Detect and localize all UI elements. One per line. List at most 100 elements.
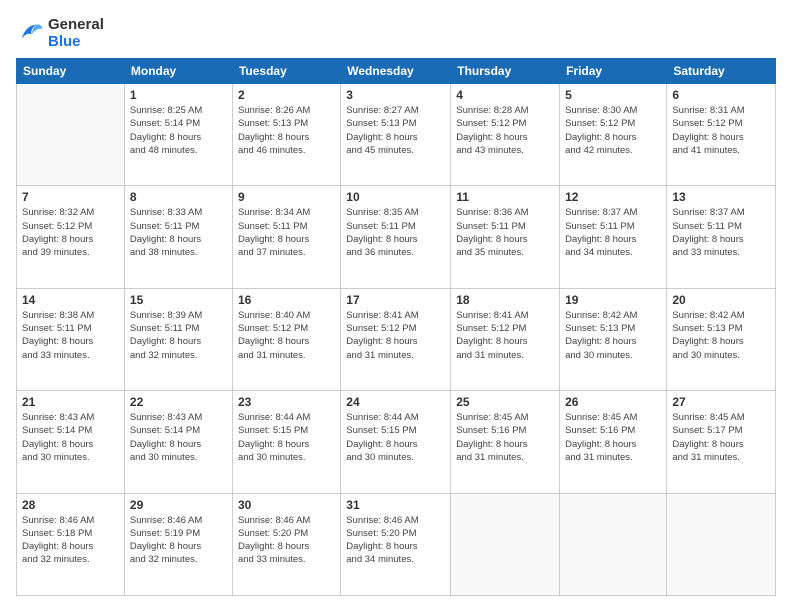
day-number: 1 [130, 88, 227, 102]
day-number: 28 [22, 498, 119, 512]
day-number: 6 [672, 88, 770, 102]
day-number: 30 [238, 498, 335, 512]
day-number: 24 [346, 395, 445, 409]
day-number: 17 [346, 293, 445, 307]
calendar-cell: 14 Sunrise: 8:38 AM Sunset: 5:11 PM Dayli… [17, 288, 125, 390]
day-info: Sunrise: 8:46 AM Sunset: 5:20 PM Dayligh… [346, 514, 445, 567]
day-info: Sunrise: 8:26 AM Sunset: 5:13 PM Dayligh… [238, 104, 335, 157]
day-info: Sunrise: 8:32 AM Sunset: 5:12 PM Dayligh… [22, 206, 119, 259]
calendar-cell: 24 Sunrise: 8:44 AM Sunset: 5:15 PM Dayli… [341, 391, 451, 493]
calendar-cell: 10 Sunrise: 8:35 AM Sunset: 5:11 PM Dayli… [341, 186, 451, 288]
calendar-cell: 20Sunrise: 8:42 AM Sunset: 5:13 PM Dayli… [667, 288, 776, 390]
calendar-cell: 1 Sunrise: 8:25 AM Sunset: 5:14 PM Daylig… [124, 84, 232, 186]
calendar-cell: 25Sunrise: 8:45 AM Sunset: 5:16 PM Dayli… [451, 391, 560, 493]
day-number: 29 [130, 498, 227, 512]
day-number: 5 [565, 88, 661, 102]
calendar-cell: 7Sunrise: 8:32 AM Sunset: 5:12 PM Daylig… [17, 186, 125, 288]
day-number: 18 [456, 293, 554, 307]
day-number: 11 [456, 190, 554, 204]
day-number: 2 [238, 88, 335, 102]
calendar-cell: 8 Sunrise: 8:33 AM Sunset: 5:11 PM Daylig… [124, 186, 232, 288]
day-number: 16 [238, 293, 335, 307]
calendar-week-row: 7Sunrise: 8:32 AM Sunset: 5:12 PM Daylig… [17, 186, 776, 288]
day-number: 25 [456, 395, 554, 409]
day-info: Sunrise: 8:37 AM Sunset: 5:11 PM Dayligh… [672, 206, 770, 259]
calendar-cell: 11 Sunrise: 8:36 AM Sunset: 5:11 PM Dayli… [451, 186, 560, 288]
day-number: 8 [130, 190, 227, 204]
day-number: 14 [22, 293, 119, 307]
day-info: Sunrise: 8:45 AM Sunset: 5:17 PM Dayligh… [672, 411, 770, 464]
page: General Blue SundayMondayTuesdayWednesda… [0, 0, 792, 612]
calendar-cell [560, 493, 667, 595]
day-info: Sunrise: 8:35 AM Sunset: 5:11 PM Dayligh… [346, 206, 445, 259]
calendar-cell: 3Sunrise: 8:27 AM Sunset: 5:13 PM Daylig… [341, 84, 451, 186]
day-info: Sunrise: 8:36 AM Sunset: 5:11 PM Dayligh… [456, 206, 554, 259]
logo-text: General Blue [48, 16, 104, 50]
day-info: Sunrise: 8:46 AM Sunset: 5:20 PM Dayligh… [238, 514, 335, 567]
day-info: Sunrise: 8:39 AM Sunset: 5:11 PM Dayligh… [130, 309, 227, 362]
day-info: Sunrise: 8:37 AM Sunset: 5:11 PM Dayligh… [565, 206, 661, 259]
calendar-cell: 30 Sunrise: 8:46 AM Sunset: 5:20 PM Dayli… [232, 493, 340, 595]
day-info: Sunrise: 8:30 AM Sunset: 5:12 PM Dayligh… [565, 104, 661, 157]
calendar-header-row: SundayMondayTuesdayWednesdayThursdayFrid… [17, 59, 776, 84]
day-info: Sunrise: 8:46 AM Sunset: 5:19 PM Dayligh… [130, 514, 227, 567]
day-number: 15 [130, 293, 227, 307]
day-info: Sunrise: 8:45 AM Sunset: 5:16 PM Dayligh… [565, 411, 661, 464]
weekday-header: Tuesday [232, 59, 340, 84]
day-info: Sunrise: 8:40 AM Sunset: 5:12 PM Dayligh… [238, 309, 335, 362]
day-info: Sunrise: 8:43 AM Sunset: 5:14 PM Dayligh… [130, 411, 227, 464]
day-info: Sunrise: 8:46 AM Sunset: 5:18 PM Dayligh… [22, 514, 119, 567]
calendar-cell: 27Sunrise: 8:45 AM Sunset: 5:17 PM Dayli… [667, 391, 776, 493]
day-info: Sunrise: 8:38 AM Sunset: 5:11 PM Dayligh… [22, 309, 119, 362]
calendar-cell: 4Sunrise: 8:28 AM Sunset: 5:12 PM Daylig… [451, 84, 560, 186]
day-number: 20 [672, 293, 770, 307]
day-number: 21 [22, 395, 119, 409]
day-info: Sunrise: 8:41 AM Sunset: 5:12 PM Dayligh… [456, 309, 554, 362]
weekday-header: Friday [560, 59, 667, 84]
calendar-cell: 28 Sunrise: 8:46 AM Sunset: 5:18 PM Dayli… [17, 493, 125, 595]
day-info: Sunrise: 8:27 AM Sunset: 5:13 PM Dayligh… [346, 104, 445, 157]
day-info: Sunrise: 8:42 AM Sunset: 5:13 PM Dayligh… [565, 309, 661, 362]
header: General Blue [16, 16, 776, 50]
day-number: 10 [346, 190, 445, 204]
day-info: Sunrise: 8:33 AM Sunset: 5:11 PM Dayligh… [130, 206, 227, 259]
calendar-cell: 19 Sunrise: 8:42 AM Sunset: 5:13 PM Dayli… [560, 288, 667, 390]
day-info: Sunrise: 8:44 AM Sunset: 5:15 PM Dayligh… [346, 411, 445, 464]
day-info: Sunrise: 8:34 AM Sunset: 5:11 PM Dayligh… [238, 206, 335, 259]
logo: General Blue [16, 16, 104, 50]
calendar-cell: 15 Sunrise: 8:39 AM Sunset: 5:11 PM Dayli… [124, 288, 232, 390]
weekday-header: Sunday [17, 59, 125, 84]
calendar-cell: 21 Sunrise: 8:43 AM Sunset: 5:14 PM Dayli… [17, 391, 125, 493]
day-number: 13 [672, 190, 770, 204]
day-number: 9 [238, 190, 335, 204]
calendar-cell [451, 493, 560, 595]
day-number: 31 [346, 498, 445, 512]
weekday-header: Monday [124, 59, 232, 84]
day-number: 22 [130, 395, 227, 409]
calendar-cell: 6Sunrise: 8:31 AM Sunset: 5:12 PM Daylig… [667, 84, 776, 186]
day-info: Sunrise: 8:43 AM Sunset: 5:14 PM Dayligh… [22, 411, 119, 464]
calendar-week-row: 21 Sunrise: 8:43 AM Sunset: 5:14 PM Dayli… [17, 391, 776, 493]
calendar-week-row: 14 Sunrise: 8:38 AM Sunset: 5:11 PM Dayli… [17, 288, 776, 390]
weekday-header: Saturday [667, 59, 776, 84]
logo-icon [16, 19, 44, 47]
calendar-cell: 5 Sunrise: 8:30 AM Sunset: 5:12 PM Daylig… [560, 84, 667, 186]
calendar-cell: 22 Sunrise: 8:43 AM Sunset: 5:14 PM Dayli… [124, 391, 232, 493]
calendar-cell: 31 Sunrise: 8:46 AM Sunset: 5:20 PM Dayli… [341, 493, 451, 595]
day-info: Sunrise: 8:25 AM Sunset: 5:14 PM Dayligh… [130, 104, 227, 157]
day-number: 19 [565, 293, 661, 307]
calendar-week-row: 28 Sunrise: 8:46 AM Sunset: 5:18 PM Dayli… [17, 493, 776, 595]
calendar-cell: 2 Sunrise: 8:26 AM Sunset: 5:13 PM Daylig… [232, 84, 340, 186]
day-info: Sunrise: 8:41 AM Sunset: 5:12 PM Dayligh… [346, 309, 445, 362]
calendar-cell: 23 Sunrise: 8:44 AM Sunset: 5:15 PM Dayli… [232, 391, 340, 493]
calendar-cell: 17 Sunrise: 8:41 AM Sunset: 5:12 PM Dayli… [341, 288, 451, 390]
calendar-cell: 26Sunrise: 8:45 AM Sunset: 5:16 PM Dayli… [560, 391, 667, 493]
calendar-cell: 9 Sunrise: 8:34 AM Sunset: 5:11 PM Daylig… [232, 186, 340, 288]
day-number: 12 [565, 190, 661, 204]
calendar-cell: 29 Sunrise: 8:46 AM Sunset: 5:19 PM Dayli… [124, 493, 232, 595]
calendar-table: SundayMondayTuesdayWednesdayThursdayFrid… [16, 58, 776, 596]
calendar-cell: 16 Sunrise: 8:40 AM Sunset: 5:12 PM Dayli… [232, 288, 340, 390]
day-number: 23 [238, 395, 335, 409]
day-info: Sunrise: 8:44 AM Sunset: 5:15 PM Dayligh… [238, 411, 335, 464]
calendar-week-row: 1 Sunrise: 8:25 AM Sunset: 5:14 PM Daylig… [17, 84, 776, 186]
